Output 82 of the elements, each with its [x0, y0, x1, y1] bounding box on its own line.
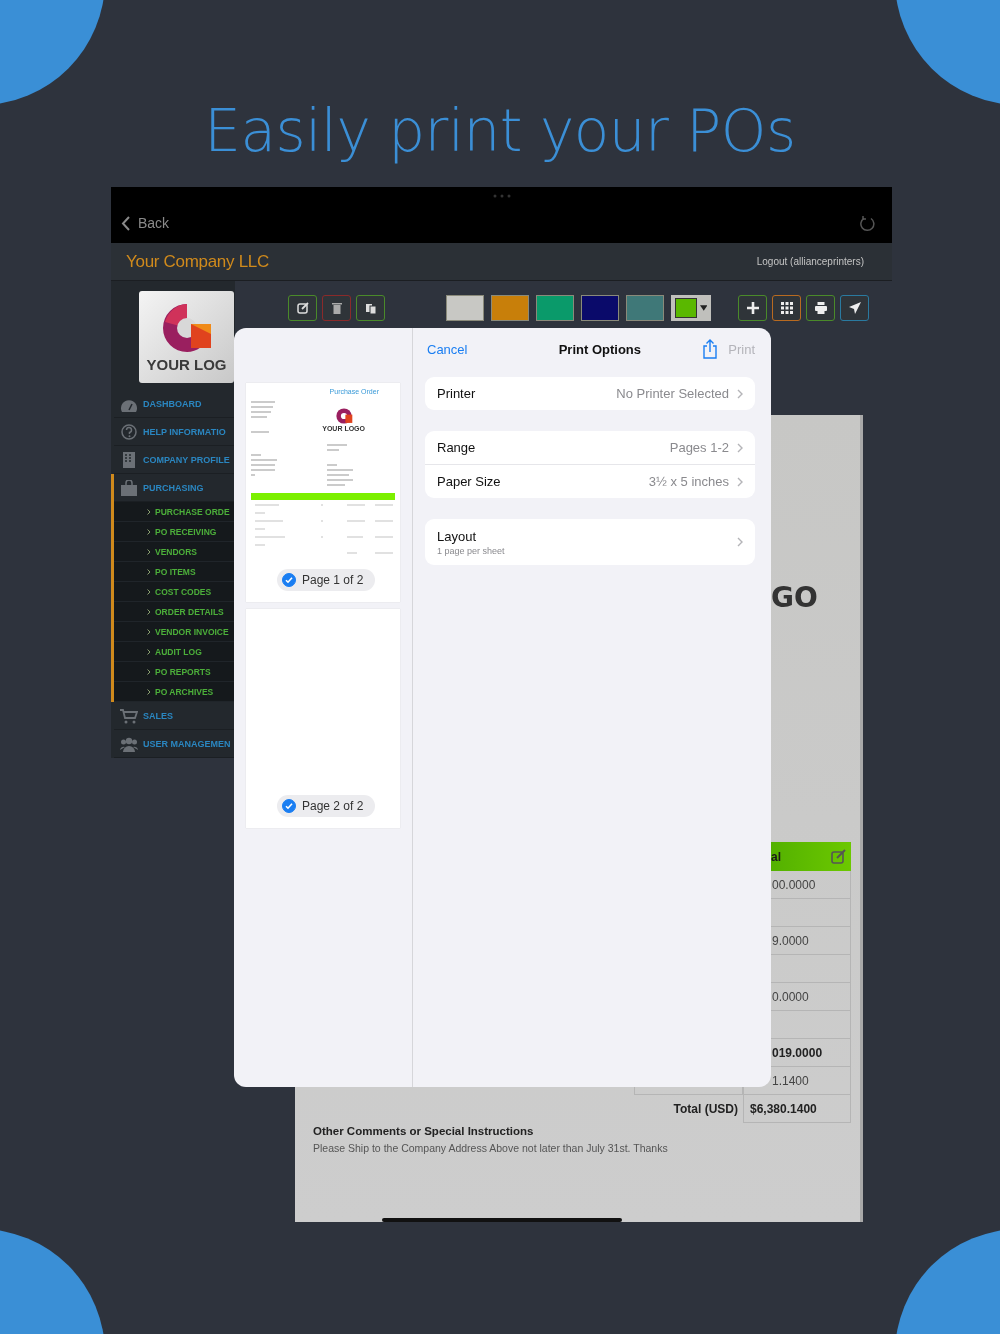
table-cell: 019.0000 — [772, 1045, 823, 1060]
grabber-icon — [493, 194, 511, 198]
chevron-right-icon — [737, 537, 743, 547]
option-value: 3½ x 5 inches — [648, 474, 729, 489]
trash-button[interactable] — [322, 295, 351, 321]
print-button[interactable] — [806, 295, 835, 321]
chevron-right-icon — [147, 608, 151, 615]
plus-icon — [745, 301, 760, 315]
option-value: No Printer Selected — [616, 386, 729, 401]
chevron-right-icon — [737, 442, 743, 453]
page-label: Page 2 of 2 — [302, 799, 364, 813]
chevron-right-icon — [147, 548, 151, 555]
table-cell: 00.0000 — [772, 877, 816, 892]
building-icon — [120, 451, 138, 468]
caret-icon — [699, 305, 707, 311]
option-row[interactable]: Paper Size 3½ x 5 inches — [425, 465, 755, 498]
option-label: Layout — [437, 528, 478, 544]
chevron-left-icon — [121, 215, 130, 231]
total-label: Total (USD) — [672, 1101, 739, 1118]
grid-icon — [779, 301, 794, 315]
chevron-right-icon — [737, 388, 743, 399]
logo-text: YOUR LOG — [146, 355, 227, 373]
share-icon[interactable] — [702, 339, 719, 359]
printer-icon — [813, 301, 828, 315]
chevron-right-icon — [147, 588, 151, 595]
chevron-right-icon — [147, 528, 151, 535]
chevron-right-icon — [147, 628, 151, 635]
color-dropdown[interactable] — [671, 295, 711, 321]
cart-icon — [120, 707, 138, 724]
plus-button[interactable] — [738, 295, 767, 321]
edit-icon — [296, 302, 309, 314]
chevron-right-icon — [147, 648, 151, 655]
company-name: Your Company LLC — [126, 251, 269, 272]
table-cell: 0.0000 — [772, 989, 809, 1004]
refresh-icon[interactable] — [860, 215, 876, 232]
chevron-right-icon — [147, 568, 151, 575]
color-swatch[interactable] — [491, 295, 529, 321]
table-cell: $6,380.1400 — [743, 1095, 851, 1123]
option-label: Printer — [437, 386, 477, 401]
comments-heading: Other Comments or Special Instructions — [313, 1125, 535, 1137]
option-label: Range — [437, 440, 477, 455]
logo-text: GO — [771, 583, 819, 613]
help-icon — [120, 423, 138, 440]
paper-plane-icon — [847, 301, 862, 315]
option-row[interactable]: Range Pages 1-2 — [425, 431, 755, 465]
copy-button[interactable] — [356, 295, 385, 321]
option-row[interactable]: Printer No Printer Selected — [425, 377, 755, 410]
color-swatch[interactable] — [626, 295, 664, 321]
grid-button[interactable] — [772, 295, 801, 321]
headline: Easily print your POs — [204, 96, 796, 166]
chevron-right-icon — [147, 688, 151, 695]
edit-icon[interactable] — [831, 849, 846, 864]
dialog-title: Print Options — [557, 341, 643, 357]
edit-button[interactable] — [288, 295, 317, 321]
option-detail: 1 page per sheet — [437, 545, 506, 556]
column-header: al — [771, 849, 781, 864]
table-cell: 9.0000 — [772, 933, 809, 948]
table-cell: 1.1400 — [772, 1073, 809, 1088]
logout-link[interactable]: Logout (allianceprinters) — [756, 256, 864, 267]
send-button[interactable] — [840, 295, 869, 321]
option-value: Pages 1-2 — [669, 440, 729, 455]
people-icon — [120, 735, 138, 752]
chevron-right-icon — [147, 668, 151, 675]
back-button[interactable]: Back — [121, 215, 170, 231]
chevron-right-icon — [737, 476, 743, 487]
copy-icon — [364, 302, 377, 314]
cancel-button[interactable]: Cancel — [427, 341, 468, 357]
option-label: Paper Size — [437, 474, 502, 489]
page-label: Page 1 of 2 — [302, 573, 364, 587]
page-badge[interactable]: Page 1 of 2 — [277, 569, 376, 591]
bag-icon — [120, 479, 138, 496]
comments-text: Please Ship to the Company Address Above not later than July 31st. Thanks — [313, 1142, 669, 1154]
logo-icon — [334, 407, 353, 425]
color-swatch[interactable] — [446, 295, 484, 321]
trash-icon — [330, 302, 343, 314]
chevron-right-icon — [147, 508, 151, 515]
color-swatch[interactable] — [581, 295, 619, 321]
option-row[interactable]: Layout 1 page per sheet — [425, 519, 755, 565]
color-swatch[interactable] — [536, 295, 574, 321]
page-preview[interactable]: Page 2 of 2 — [246, 609, 400, 828]
page-badge[interactable]: Page 2 of 2 — [277, 795, 376, 817]
logo-icon — [160, 301, 213, 354]
